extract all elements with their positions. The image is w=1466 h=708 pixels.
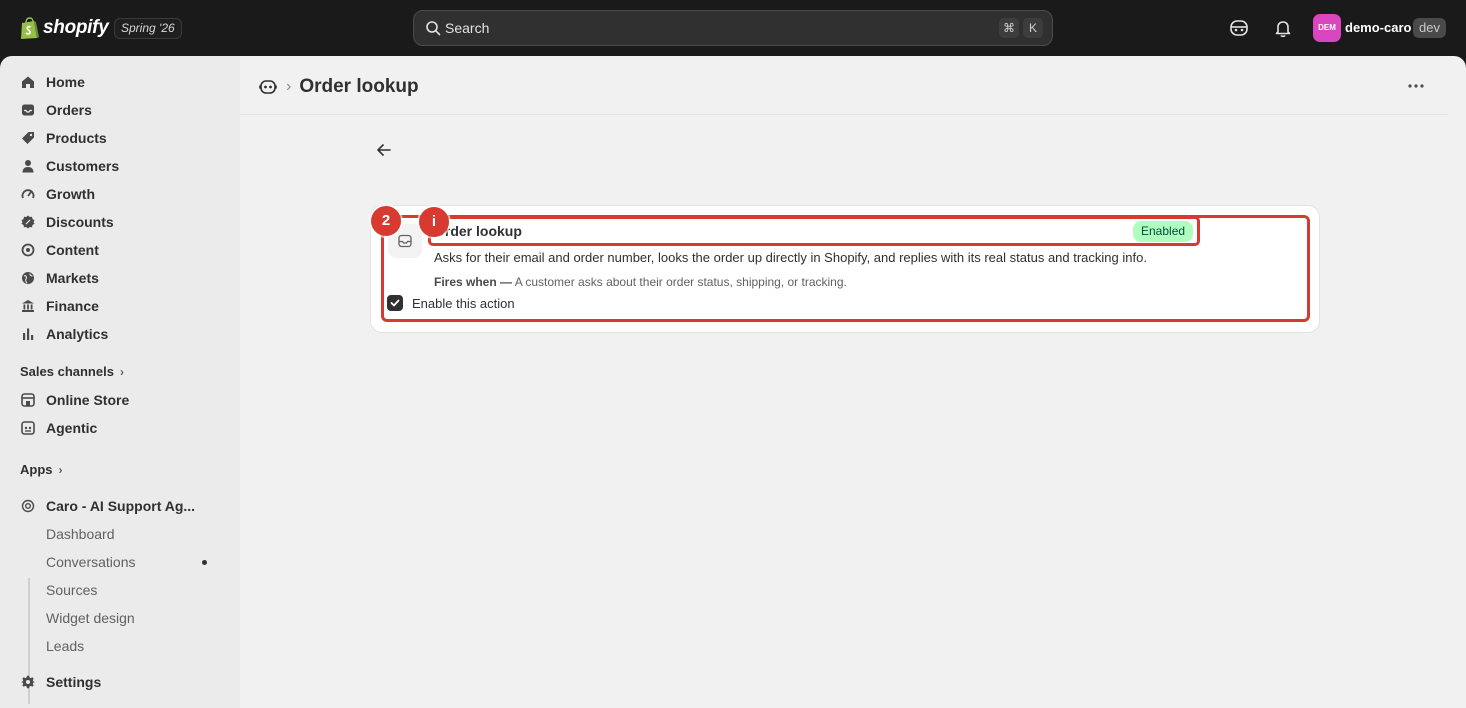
sidebar-item-online-store[interactable]: Online Store	[12, 386, 230, 414]
main-content: › Order lookup Order lookup Enabled Asks…	[240, 56, 1466, 708]
agent-icon	[20, 420, 36, 436]
sidebar-item-label: Markets	[46, 270, 99, 286]
content-icon	[20, 242, 36, 258]
apps-label: Apps	[20, 462, 53, 477]
sidebar-item-agentic[interactable]: Agentic	[12, 414, 230, 442]
back-arrow-icon[interactable]	[374, 140, 394, 160]
page-title: Order lookup	[299, 76, 419, 97]
gauge-icon	[20, 186, 36, 202]
search-placeholder: Search	[445, 20, 490, 36]
sidebar: Home Orders Products Customers Growth Di…	[0, 56, 240, 708]
apps-heading[interactable]: Apps ›	[20, 462, 63, 477]
sidebar-item-customers[interactable]: Customers	[12, 152, 230, 180]
sidebar-item-label: Caro - AI Support Ag...	[46, 498, 196, 514]
sidebar-item-label: Settings	[46, 674, 102, 690]
unpin-dot-icon[interactable]	[202, 560, 207, 565]
sidebar-item-label: Growth	[46, 186, 95, 202]
dev-badge: dev	[1413, 18, 1446, 38]
globe-icon	[20, 270, 36, 286]
sidebar-item-label: Discounts	[46, 214, 114, 230]
highlight-outline-inner	[428, 216, 1200, 246]
sidebar-item-orders[interactable]: Orders	[12, 96, 230, 124]
app-icon	[20, 498, 36, 514]
gear-icon	[20, 674, 36, 690]
sidebar-item-label: Customers	[46, 158, 120, 174]
home-icon	[20, 74, 36, 90]
sidebar-subitem-conversations[interactable]: Conversations	[46, 554, 136, 570]
shortcut-k-key: K	[1023, 18, 1043, 38]
discount-icon	[20, 214, 36, 230]
chevron-right-icon: ›	[286, 78, 292, 95]
store-name[interactable]: demo-caro	[1345, 20, 1411, 35]
sidebar-item-label: Online Store	[46, 392, 130, 408]
store-icon	[20, 392, 36, 408]
brand-name: shopify	[43, 17, 109, 38]
sidebar-item-settings[interactable]: Settings	[12, 668, 230, 696]
sidebar-subitem-widget-design[interactable]: Widget design	[46, 610, 135, 626]
sales-channels-heading[interactable]: Sales channels ›	[20, 364, 124, 379]
person-icon	[20, 158, 36, 174]
bell-icon[interactable]	[1272, 17, 1294, 39]
annotation-marker-outer: 2	[371, 206, 401, 236]
sales-channels-label: Sales channels	[20, 364, 114, 379]
sidebar-item-label: Agentic	[46, 420, 98, 436]
breadcrumb: › Order lookup	[258, 70, 419, 104]
edition-badge[interactable]: Spring '26	[114, 18, 182, 39]
sidebar-item-label: Orders	[46, 102, 92, 118]
sidebar-item-label: Content	[46, 242, 99, 258]
sidebar-item-products[interactable]: Products	[12, 124, 230, 152]
sidebar-item-analytics[interactable]: Analytics	[12, 320, 230, 348]
annotation-marker-inner: i	[419, 207, 449, 237]
shopify-logo[interactable]: shopify	[20, 14, 109, 42]
sidebar-item-label: Analytics	[46, 326, 109, 342]
header-divider	[240, 114, 1448, 115]
bar-chart-icon	[20, 326, 36, 342]
sidebar-item-growth[interactable]: Growth	[12, 180, 230, 208]
sidebar-item-discounts[interactable]: Discounts	[12, 208, 230, 236]
app-icon[interactable]	[258, 77, 278, 97]
avatar[interactable]: DEM	[1313, 14, 1341, 42]
sidebar-item-content[interactable]: Content	[12, 236, 230, 264]
sidebar-subitem-sources[interactable]: Sources	[46, 582, 97, 598]
sidebar-item-caro-app[interactable]: Caro - AI Support Ag...	[12, 492, 230, 520]
top-bar: shopify Spring '26 Search ⌘ K DEM demo-c…	[0, 0, 1466, 56]
chevron-right-icon: ›	[58, 462, 63, 477]
sidebar-subitem-dashboard[interactable]: Dashboard	[46, 526, 115, 542]
sidebar-item-label: Finance	[46, 298, 99, 314]
sidebar-item-home[interactable]: Home	[12, 68, 230, 96]
bank-icon	[20, 298, 36, 314]
sidekick-icon[interactable]	[1228, 17, 1250, 39]
chevron-right-icon: ›	[119, 364, 124, 379]
shopify-bag-icon	[21, 16, 39, 39]
sidebar-item-label: Products	[46, 130, 107, 146]
sidebar-subitem-leads[interactable]: Leads	[46, 638, 84, 652]
search-input[interactable]: Search ⌘ K	[413, 10, 1053, 46]
sidebar-item-label: Home	[46, 74, 85, 90]
inbox-icon	[20, 102, 36, 118]
more-actions-icon[interactable]	[1404, 76, 1428, 96]
shortcut-cmd-key: ⌘	[999, 18, 1019, 38]
search-icon	[426, 21, 441, 36]
sidebar-item-finance[interactable]: Finance	[12, 292, 230, 320]
subitem-clip: Leads	[0, 636, 240, 652]
tag-icon	[20, 130, 36, 146]
sidebar-item-markets[interactable]: Markets	[12, 264, 230, 292]
action-card: Order lookup Enabled Asks for their emai…	[370, 205, 1320, 333]
